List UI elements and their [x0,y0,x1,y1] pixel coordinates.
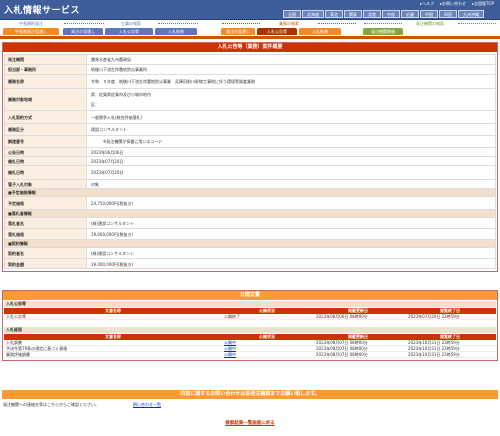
section-winner: ■落札者情報 [4,209,496,217]
inquiry-list-link[interactable]: 問い合わせ一覧 [133,402,161,408]
region-tab-kyushu[interactable]: 九州沖縄 [458,10,484,18]
tab-longterm-outlook[interactable]: 中長期発注見通し [3,28,59,35]
section-estimate: ■予定価格情報 [4,188,496,196]
public-documents-panel: 公開文書 入札公告等 文書名称 公開状況 掲載更新日 閲覧終了日 入札公告等 公… [2,290,498,361]
tab-construction-notices[interactable]: 入札公告等 [105,28,153,35]
help-link[interactable]: ▸ヘルプ [420,1,434,7]
docs-section-progress: 入札経過 [4,327,496,333]
tab-agency-info[interactable]: 発注機関情報 [363,28,403,35]
tab-construction-results[interactable]: 入札結果 [155,28,197,35]
field-row: 電子入札対象 対象 [4,179,496,188]
region-tabs: 全国 北海道 東北 関東 北陸 中部 近畿 中国 四国 九州沖縄 [283,10,484,18]
section-contract: ■契約情報 [4,239,496,247]
back-to-results-link[interactable]: 検索結果一覧画面に戻る [0,420,500,426]
inquiry-banner: 内容に関するお問い合わせは各発注機関までお願い致します。 [2,390,498,399]
tab-services-outlook[interactable]: 発注の見通し [221,28,255,35]
region-tab-tohoku[interactable]: 東北 [325,10,343,18]
nav-underline [0,36,500,39]
region-tab-national[interactable]: 全国 [283,10,301,18]
field-row: 入札契約方式 一般競争入札(総合評価落札) [4,110,496,123]
table-row: 入札公告等 公開終了 2023年06月06日 08時00分 2023年07月20… [4,314,496,320]
public-documents-title: 公開文書 [3,291,497,300]
region-tab-hokkaido[interactable]: 北海道 [302,10,324,18]
docs-section-notices: 入札公告等 [4,301,496,307]
field-row: 落札者名 (株)建設コンサルタント [4,217,496,228]
field-row: 契約者名 (株)建設コンサルタント [4,247,496,258]
case-summary-title: 入札公告等（業務）案件概要 [3,43,497,52]
field-row: 調達番号 ※発注機関が採番に用いるコード [4,135,496,147]
nav-group-agency: 発注機関の検索 発注機関情報 [362,20,498,37]
field-row: 契約金額 19,000,000円(税抜き) [4,258,496,269]
top-links: ▸ヘルプ ▸お問い合わせ ▸全国版TOP [420,1,494,7]
tab-services-results[interactable]: 入札結果 [299,28,341,35]
open-document-link[interactable]: 公開中 [224,352,312,358]
national-top-link[interactable]: ▸全国版TOP [472,1,494,7]
site-header: 入札情報サービス ▸ヘルプ ▸お問い合わせ ▸全国版TOP 全国 北海道 東北 … [0,0,500,20]
main-nav: 中長期的発注 中長期発注見通し 工事の検索 発注の見通し 入札公告等 入札結果 … [0,20,500,37]
field-row: 業務名称 令和 ５年度 筑後川下流左岸農地防災事業 兵庫田前川幹線工事他に伴う環… [4,74,496,88]
nav-group-longterm: 中長期的発注 中長期発注見通し [2,20,60,37]
contact-link[interactable]: ▸お問い合わせ [440,1,466,7]
region-tab-kanto[interactable]: 関東 [344,10,362,18]
region-tab-chubu[interactable]: 中部 [382,10,400,18]
table-row: 業務評価調書 公開中 2023年08月07日 08時00分 2023年10月31… [4,352,496,358]
field-row: 開札日時 2023年07月20日 [4,165,496,179]
region-tab-hokuriku[interactable]: 北陸 [363,10,381,18]
region-tab-chugoku[interactable]: 中国 [420,10,438,18]
tab-services-notices[interactable]: 入札公告等 [257,28,297,35]
field-row: 業務区分 建設コンサルタント [4,123,496,135]
field-row: 開札日時 2023年07月20日 [4,156,496,165]
site-logo[interactable]: 入札情報サービス [4,3,80,16]
case-summary-panel: 入札公告等（業務）案件概要 発注機関 農林水産省九州農政局 担当部・事務所 筑後… [2,42,498,272]
nav-group-construction: 工事の検索 発注の見通し 入札公告等 入札結果 [62,20,200,37]
field-row: 発注機関 農林水産省九州農政局 [4,54,496,64]
inquiry-text: 発注機関への連絡先等はこちらからご確認ください。 [3,402,99,407]
field-row: 担当部・事務所 筑後川下流左岸農地防災事業所 [4,64,496,74]
tab-construction-outlook[interactable]: 発注の見通し [63,28,103,35]
region-tab-kinki[interactable]: 近畿 [401,10,419,18]
field-row: 予定価格 24,750,000円(税抜き) [4,196,496,209]
field-row: 公告日時 2023年06月06日 [4,147,496,156]
nav-group-services: 業務の検索 発注の見通し 入札公告等 入札結果 [220,20,358,37]
field-row: 業務対象地域 県：佐賀県佐賀市及び小城市地内 区： [4,88,496,110]
region-tab-shikoku[interactable]: 四国 [439,10,457,18]
field-row: 落札価格 19,000,000円(税抜き) [4,228,496,239]
